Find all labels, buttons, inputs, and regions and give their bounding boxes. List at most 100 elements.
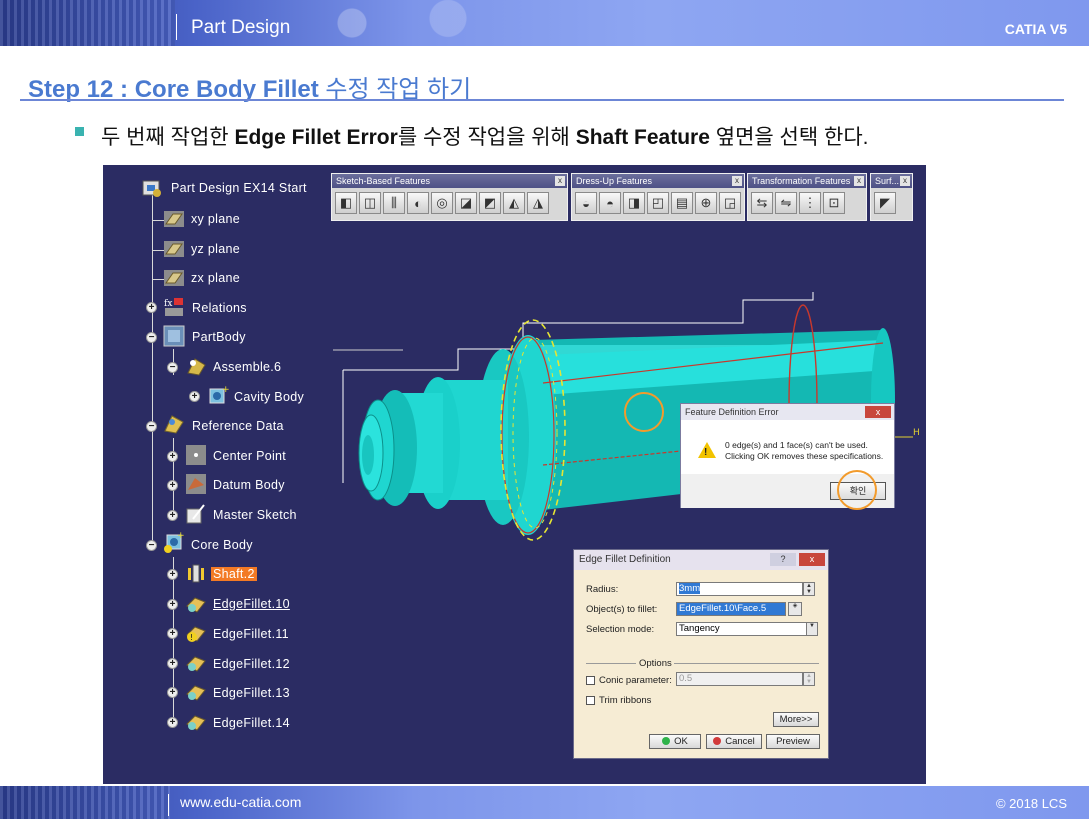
radius-label: Radius: bbox=[586, 584, 619, 595]
dialog-caption: Feature Definition Error x bbox=[681, 404, 894, 420]
dialog-close-button[interactable]: x bbox=[799, 553, 825, 566]
toolbar-close-button[interactable]: x bbox=[900, 176, 910, 186]
tree-zx-plane[interactable]: zx plane bbox=[191, 271, 240, 285]
tree-edge-fillet-11[interactable]: EdgeFillet.11 bbox=[213, 627, 289, 641]
edge-fillet-icon bbox=[186, 597, 206, 613]
tree-relations[interactable]: Relations bbox=[192, 301, 247, 315]
expand-icon[interactable]: + bbox=[167, 569, 178, 580]
ok-button[interactable]: OK bbox=[649, 734, 701, 749]
thread-icon[interactable]: ⊕ bbox=[695, 192, 717, 214]
instruction-part-3: 옆면을 선택 한다. bbox=[709, 126, 869, 149]
expand-icon[interactable]: + bbox=[146, 302, 157, 313]
tree-datum-body[interactable]: Datum Body bbox=[213, 478, 285, 492]
catia-viewport[interactable]: H Part Design EX14 Start xy plane yz pla… bbox=[103, 165, 926, 784]
collapse-icon[interactable]: − bbox=[146, 421, 157, 432]
stiffener-icon[interactable]: ◭ bbox=[503, 192, 525, 214]
expand-icon[interactable]: + bbox=[167, 510, 178, 521]
slot-icon[interactable]: ◩ bbox=[479, 192, 501, 214]
tree-edge-fillet-13[interactable]: EdgeFillet.13 bbox=[213, 686, 290, 700]
tree-edge-fillet-12[interactable]: EdgeFillet.12 bbox=[213, 657, 290, 671]
hole-icon[interactable]: ◎ bbox=[431, 192, 453, 214]
edge-fillet-tool-icon[interactable]: ◒ bbox=[575, 192, 597, 214]
tree-edge-fillet-14[interactable]: EdgeFillet.14 bbox=[213, 716, 290, 730]
center-point-icon bbox=[186, 445, 206, 465]
conic-parameter-input[interactable]: 0.5 bbox=[676, 672, 803, 686]
shaft-tool-icon[interactable]: ⫼ bbox=[383, 192, 405, 214]
tree-xy-plane[interactable]: xy plane bbox=[191, 212, 240, 226]
collapse-icon[interactable]: − bbox=[146, 332, 157, 343]
toolbar-transformation-features: Transformation Features x ⇆ ⇋ ⋮ ⊡ bbox=[747, 173, 867, 221]
dialog-close-button[interactable]: x bbox=[865, 406, 891, 418]
chamfer-icon[interactable]: ◓ bbox=[599, 192, 621, 214]
footer-url[interactable]: www.edu-catia.com bbox=[180, 794, 301, 810]
tree-shaft-selected[interactable]: Shaft.2 bbox=[211, 567, 257, 581]
selection-mode-label: Selection mode: bbox=[586, 624, 655, 635]
tree-master-sketch[interactable]: Master Sketch bbox=[213, 508, 297, 522]
tree-reference-data[interactable]: Reference Data bbox=[192, 419, 284, 433]
translate-icon[interactable]: ⇆ bbox=[751, 192, 773, 214]
tree-root[interactable]: Part Design EX14 Start bbox=[171, 181, 307, 195]
expand-icon[interactable]: + bbox=[167, 628, 178, 639]
expand-icon[interactable]: + bbox=[167, 658, 178, 669]
header-brand: CATIA V5 bbox=[1004, 21, 1067, 37]
toolbar-close-button[interactable]: x bbox=[555, 176, 565, 186]
chevron-down-icon[interactable]: ▼ bbox=[806, 622, 818, 636]
expand-icon[interactable]: + bbox=[167, 599, 178, 610]
preview-button[interactable]: Preview bbox=[766, 734, 820, 749]
conic-parameter-checkbox[interactable] bbox=[586, 676, 595, 685]
specification-tree: Part Design EX14 Start xy plane yz plane… bbox=[103, 165, 333, 784]
mirror-icon[interactable]: ⇋ bbox=[775, 192, 797, 214]
draft-icon[interactable]: ◨ bbox=[623, 192, 645, 214]
groove-icon[interactable]: ◐ bbox=[407, 192, 429, 214]
pocket-icon[interactable]: ◫ bbox=[359, 192, 381, 214]
tree-center-point[interactable]: Center Point bbox=[213, 449, 286, 463]
collapse-icon[interactable]: − bbox=[167, 362, 178, 373]
footer-decoration bbox=[0, 786, 170, 819]
radius-input[interactable]: 3mm bbox=[676, 582, 803, 596]
trim-ribbons-label: Trim ribbons bbox=[599, 695, 652, 706]
expand-icon[interactable]: + bbox=[167, 451, 178, 462]
toolbar-dress-up-features: Dress-Up Features x ◒ ◓ ◨ ◰ ▤ ⊕ ◲ bbox=[571, 173, 745, 221]
part-root-icon bbox=[142, 180, 161, 197]
footer-bar: www.edu-catia.com © 2018 LCS bbox=[0, 786, 1089, 819]
shell-icon[interactable]: ◰ bbox=[647, 192, 669, 214]
objects-selector-icon[interactable]: ◈ bbox=[788, 602, 802, 616]
tree-yz-plane[interactable]: yz plane bbox=[191, 242, 240, 256]
help-button[interactable]: ? bbox=[770, 553, 796, 566]
expand-icon[interactable]: + bbox=[189, 391, 200, 402]
tree-trunk bbox=[152, 192, 153, 547]
tree-partbody[interactable]: PartBody bbox=[192, 330, 246, 344]
cancel-button[interactable]: Cancel bbox=[706, 734, 762, 749]
toolbar-caption: Dress-Up Features x bbox=[572, 174, 744, 188]
error-message-line-1: 0 edge(s) and 1 face(s) can't be used. bbox=[725, 440, 868, 450]
loft-icon[interactable]: ◮ bbox=[527, 192, 549, 214]
split-icon[interactable]: ◤ bbox=[874, 192, 896, 214]
collapse-icon[interactable]: − bbox=[146, 540, 157, 551]
expand-icon[interactable]: + bbox=[167, 480, 178, 491]
tree-assemble[interactable]: Assemble.6 bbox=[213, 360, 281, 374]
selection-mode-select[interactable]: Tangency bbox=[676, 622, 818, 636]
scaling-icon[interactable]: ⊡ bbox=[823, 192, 845, 214]
options-divider-right bbox=[674, 663, 819, 664]
pad-icon[interactable]: ◧ bbox=[335, 192, 357, 214]
expand-icon[interactable]: + bbox=[167, 717, 178, 728]
expand-icon[interactable]: + bbox=[167, 687, 178, 698]
tree-cavity-body[interactable]: Cavity Body bbox=[234, 390, 304, 404]
objects-input[interactable]: EdgeFillet.10\Face.5 bbox=[676, 602, 786, 616]
relations-icon: fx bbox=[164, 298, 183, 316]
ok-label: OK bbox=[674, 736, 688, 747]
trim-ribbons-checkbox[interactable] bbox=[586, 696, 595, 705]
toolbar-close-button[interactable]: x bbox=[732, 176, 742, 186]
toolbar-caption: Transformation Features x bbox=[748, 174, 866, 188]
tree-edge-fillet-10[interactable]: EdgeFillet.10 bbox=[213, 597, 290, 611]
pattern-icon[interactable]: ⋮ bbox=[799, 192, 821, 214]
radius-spinner[interactable]: ▲ ▼ bbox=[803, 582, 815, 596]
toolbar-close-button[interactable]: x bbox=[854, 176, 864, 186]
conic-parameter-spinner[interactable]: ▲ ▼ bbox=[803, 672, 815, 686]
remove-face-icon[interactable]: ◲ bbox=[719, 192, 741, 214]
thickness-icon[interactable]: ▤ bbox=[671, 192, 693, 214]
tree-core-body[interactable]: Core Body bbox=[191, 538, 253, 552]
header-decoration bbox=[0, 0, 175, 46]
rib-icon[interactable]: ◪ bbox=[455, 192, 477, 214]
more-button[interactable]: More>> bbox=[773, 712, 819, 727]
